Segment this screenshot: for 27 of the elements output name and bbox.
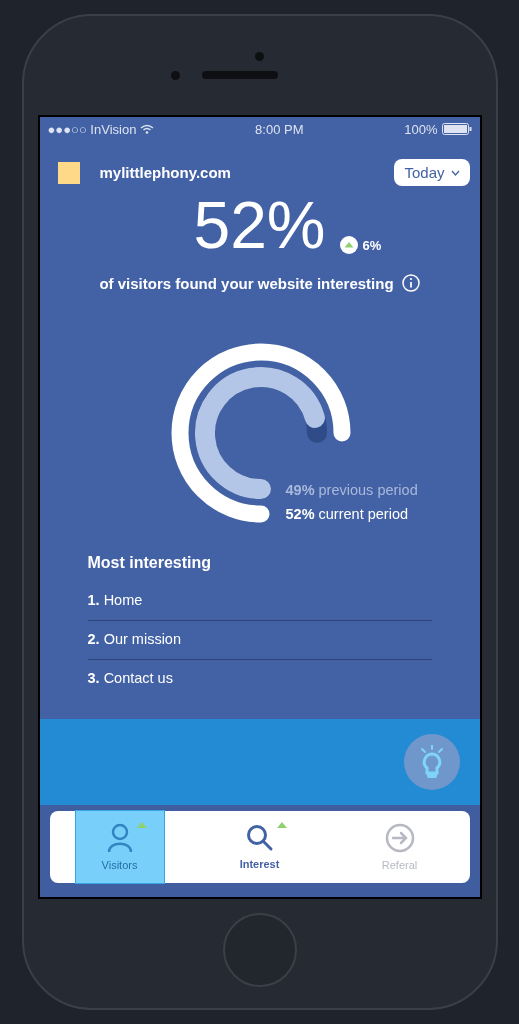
period-dropdown[interactable]: Today xyxy=(394,159,470,186)
site-name: mylittlephony.com xyxy=(99,164,232,181)
battery-icon xyxy=(441,123,472,135)
front-camera xyxy=(171,70,180,80)
list-item[interactable]: 3. Contact us xyxy=(87,660,432,698)
percentage-value: 52% xyxy=(193,192,326,258)
arrow-circle-icon xyxy=(384,823,415,853)
chevron-down-icon xyxy=(450,169,460,176)
legend-text: 52% current period xyxy=(285,506,410,522)
carrier-text: ●●●○○ InVision xyxy=(47,121,137,137)
tab[interactable]: Visitors xyxy=(75,811,164,883)
list-item[interactable]: 2. Our mission xyxy=(87,621,432,660)
section-title: Most interesting xyxy=(87,554,213,572)
site-logo xyxy=(57,161,80,184)
legend-text: 49% previous period xyxy=(285,482,418,498)
caption-text: of visitors found your website interesting xyxy=(99,274,394,292)
battery-text: 100% xyxy=(404,121,438,137)
search-icon xyxy=(245,824,274,852)
camera-dot xyxy=(255,51,264,61)
wifi-icon xyxy=(140,124,155,134)
clock-text: 8:00 PM xyxy=(255,121,304,137)
info-icon[interactable] xyxy=(401,274,420,292)
change-value: 6% xyxy=(362,237,382,253)
list-item[interactable]: 1. Home xyxy=(87,582,432,621)
tab[interactable]: Interest xyxy=(215,811,304,883)
person-icon xyxy=(106,823,133,853)
lightbulb-icon xyxy=(418,745,445,779)
